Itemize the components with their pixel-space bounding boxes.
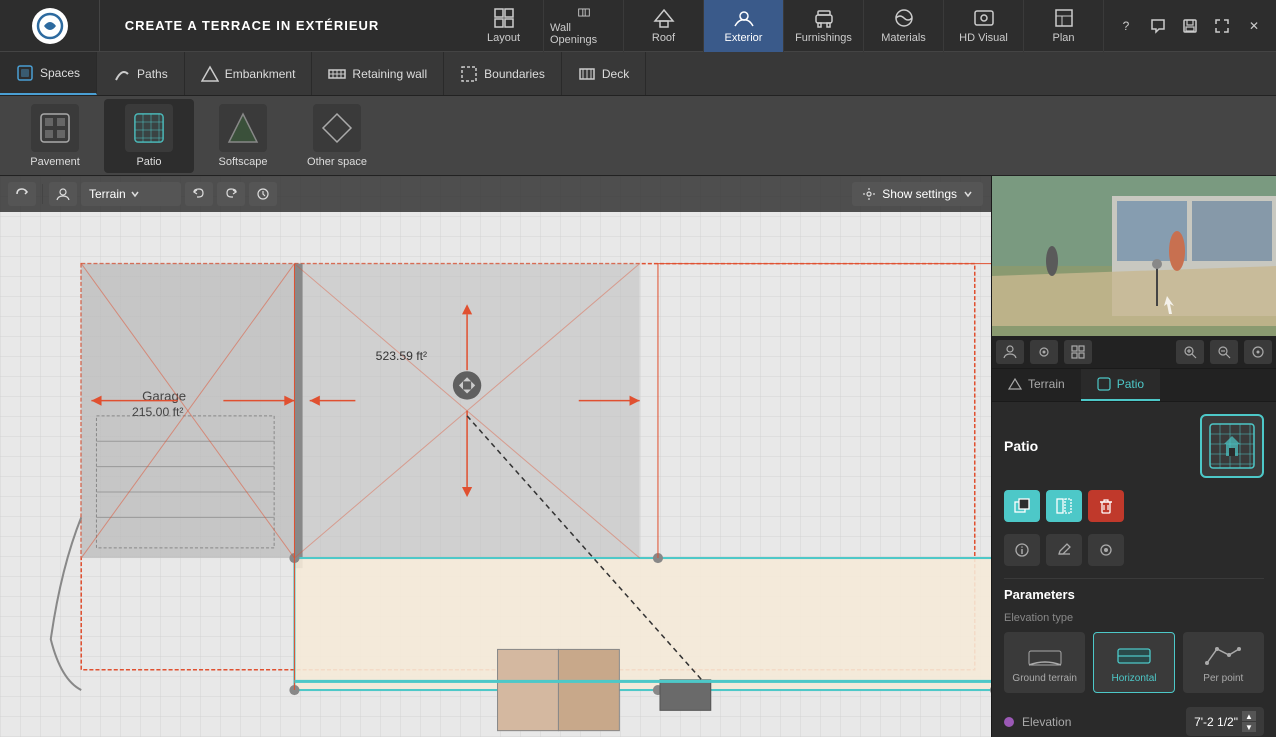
softscape-icon-box [219,104,267,152]
toolbar-exterior[interactable]: Exterior [704,0,784,52]
elevation-down[interactable]: ▼ [1242,722,1256,732]
tab-embankment[interactable]: Embankment [185,52,313,95]
parameters-title: Parameters [1004,587,1264,602]
toolbar-right-actions: ? ✕ [1104,12,1276,40]
close-button[interactable]: ✕ [1240,12,1268,40]
space-patio[interactable]: Patio [104,99,194,173]
chat-button[interactable] [1144,12,1172,40]
elevation-indicator [1004,717,1014,727]
toolbar-roof[interactable]: Roof [624,0,704,52]
toolbar-materials[interactable]: Materials [864,0,944,52]
elev-ground-terrain[interactable]: Ground terrain [1004,632,1085,693]
space-pavement[interactable]: Pavement [10,99,100,173]
info-btn[interactable] [1004,534,1040,566]
elev-horizontal[interactable]: Horizontal [1093,632,1174,693]
redo-btn[interactable] [217,182,245,206]
app-title: CREATE A TERRACE IN EXTÉRIEUR [100,18,464,33]
canvas-toolbar: Terrain Show settings [0,176,991,212]
main-content: Terrain Show settings [0,176,1276,737]
elevation-stepper[interactable]: ▲ ▼ [1242,711,1256,732]
right-panel: Terrain Patio Patio [991,176,1276,737]
patio-preview-icon [1200,414,1264,478]
action-icon-row [1004,490,1264,522]
patio-section-title: Patio [1004,438,1038,454]
3d-preview-background [992,176,1276,336]
panel-person-icon[interactable] [996,340,1024,364]
elevation-type-label: Elevation type [1004,612,1264,624]
elevation-value: 7'-2 1/2" [1194,715,1238,729]
tab-spaces[interactable]: Spaces [0,52,97,95]
patio-icon-box [125,104,173,152]
flip-shape-btn[interactable] [1046,490,1082,522]
tab-paths[interactable]: Paths [97,52,185,95]
undo-btn[interactable] [185,182,213,206]
other-space-icon-box [313,104,361,152]
save-button[interactable] [1176,12,1204,40]
help-button[interactable]: ? [1112,12,1140,40]
separator-1 [1004,578,1264,579]
terrain-dropdown[interactable]: Terrain [81,182,181,206]
toolbar-furnishings[interactable]: Furnishings [784,0,864,52]
toolbar-wall-openings[interactable]: Wall Openings [544,0,624,52]
elevation-type-row: Ground terrain Horizontal [1004,632,1264,693]
right-panel-content: Patio [992,402,1276,737]
info-icon-row [1004,534,1264,566]
elev-per-point[interactable]: Per point [1183,632,1264,693]
edit-btn[interactable] [1046,534,1082,566]
tab-deck[interactable]: Deck [562,52,646,95]
canvas-reset-btn[interactable] [8,182,36,206]
elevation-up[interactable]: ▲ [1242,711,1256,721]
tab-patio[interactable]: Patio [1081,369,1160,401]
pavement-icon-box [31,104,79,152]
toolbar-hd-visual[interactable]: HD Visual [944,0,1024,52]
expand-button[interactable] [1208,12,1236,40]
elevation-value-box[interactable]: 7'-2 1/2" ▲ ▼ [1186,707,1264,736]
canvas-user-icon[interactable] [49,182,77,206]
elevation-row: Elevation 7'-2 1/2" ▲ ▼ [1004,707,1264,736]
tab-boundaries[interactable]: Boundaries [444,52,562,95]
logo-area [0,0,100,51]
refresh-btn[interactable] [249,182,277,206]
space-icons-toolbar: Pavement Patio Softscape [0,96,1276,176]
toolbar-separator [42,184,43,204]
second-toolbar: Spaces Paths Embankment Retaining wall B… [0,52,1276,96]
patio-header: Patio [1004,414,1264,478]
panel-layout-icon[interactable] [1064,340,1092,364]
right-tabs: Terrain Patio [992,369,1276,402]
tab-terrain[interactable]: Terrain [992,369,1081,401]
space-other[interactable]: Other space [292,99,382,173]
style-btn[interactable] [1088,534,1124,566]
toolbar-plan[interactable]: Plan [1024,0,1104,52]
zoom-in-icon[interactable] [1176,340,1204,364]
top-toolbar: CREATE A TERRACE IN EXTÉRIEUR Layout Wal… [0,0,1276,52]
preview-3d-svg [992,176,1276,336]
cedreo-logo [32,8,68,44]
canvas-drawing[interactable]: Garage 215.00 ft² [0,176,991,737]
toolbar-tools: Layout Wall Openings Roof Exterior Furni… [464,0,1104,51]
right-panel-controls [992,336,1276,369]
svg-text:523.59 ft²: 523.59 ft² [376,349,427,363]
canvas-area[interactable]: Terrain Show settings [0,176,991,737]
duplicate-shape-btn[interactable] [1004,490,1040,522]
svg-text:215.00 ft²: 215.00 ft² [132,405,183,419]
reset-view-icon[interactable] [1244,340,1272,364]
toolbar-layout[interactable]: Layout [464,0,544,52]
space-softscape[interactable]: Softscape [198,99,288,173]
panel-view-icon[interactable] [1030,340,1058,364]
preview-3d [992,176,1276,336]
delete-btn[interactable] [1088,490,1124,522]
show-settings-button[interactable]: Show settings [852,182,983,206]
zoom-out-icon[interactable] [1210,340,1238,364]
tab-retaining-wall[interactable]: Retaining wall [312,52,444,95]
